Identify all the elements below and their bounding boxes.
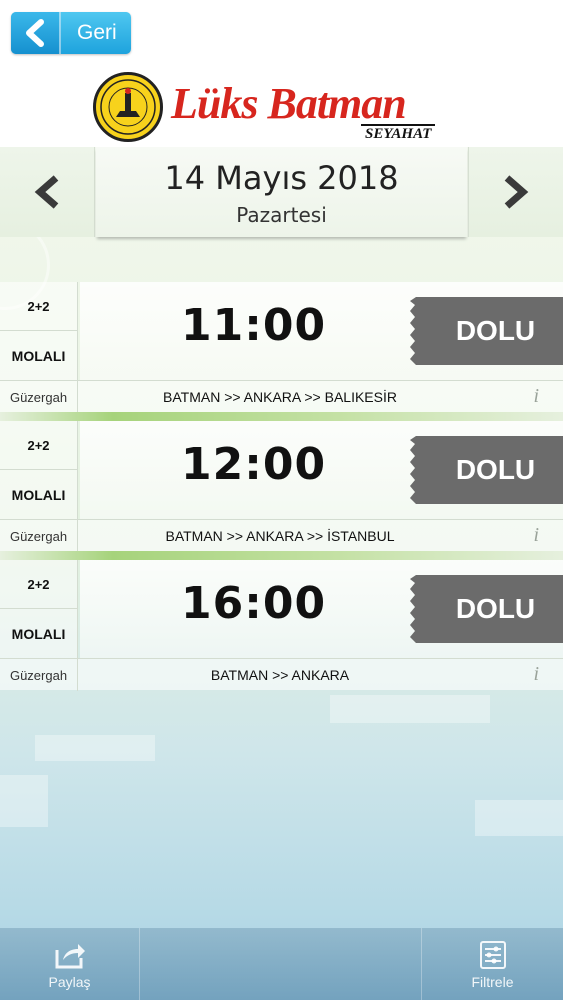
trip-card[interactable]: 2+2 MOLALI 16:00 DOLU Güzergah BATMAN >>…	[0, 560, 563, 691]
trip-separator	[0, 412, 563, 421]
route-text: BATMAN >> ANKARA	[210, 667, 350, 683]
route-row: Güzergah BATMAN >> ANKARA >> İSTANBUL i	[0, 519, 563, 552]
stop-type: MOLALI	[11, 625, 66, 642]
bottom-toolbar: Paylaş Filtrele	[0, 928, 563, 1000]
route-row: Güzergah BATMAN >> ANKARA >> BALIKESİR i	[0, 380, 563, 413]
back-button[interactable]: Geri	[11, 12, 131, 54]
current-date: 14 Mayıs 2018	[164, 159, 399, 197]
trip-main: 11:00 DOLU	[80, 282, 563, 380]
status-ticket[interactable]: DOLU	[410, 436, 563, 504]
trip-status: DOLU	[455, 315, 536, 346]
route-label: Güzergah	[0, 659, 78, 691]
share-label: Paylaş	[48, 974, 91, 990]
date-display: 14 Mayıs 2018 Pazartesi	[96, 147, 467, 237]
route-label: Güzergah	[0, 520, 78, 552]
toolbar-spacer	[140, 928, 422, 1000]
trip-bus-info: 2+2 MOLALI	[0, 560, 78, 658]
previous-day-button[interactable]	[0, 147, 95, 237]
departure-time: 11:00	[181, 300, 327, 351]
trip-bus-info: 2+2 MOLALI	[0, 282, 78, 380]
brand-name: Lüks Batman	[171, 79, 407, 128]
info-icon[interactable]: i	[533, 385, 539, 408]
seat-type: 2+2	[0, 560, 77, 609]
info-icon[interactable]: i	[533, 524, 539, 547]
current-day: Pazartesi	[236, 203, 327, 227]
route-text: BATMAN >> ANKARA >> İSTANBUL	[165, 528, 395, 544]
info-icon[interactable]: i	[533, 663, 539, 686]
date-navigation: 14 Mayıs 2018 Pazartesi	[0, 147, 563, 237]
filter-label: Filtrele	[471, 974, 514, 990]
brand-logo: Lüks Batman SEYAHAT	[93, 72, 453, 144]
chevron-left-icon	[34, 175, 59, 209]
trip-main: 16:00 DOLU	[80, 560, 563, 658]
brand-seal-icon	[93, 72, 163, 142]
chevron-right-icon	[504, 175, 529, 209]
stop-type: MOLALI	[11, 347, 66, 364]
filter-sliders-icon	[479, 941, 506, 969]
share-icon	[55, 944, 85, 969]
app-header: Geri Lüks Batman SEYAHAT	[0, 0, 563, 147]
next-day-button[interactable]	[468, 147, 563, 237]
departure-time: 12:00	[181, 439, 327, 490]
trip-status: DOLU	[455, 593, 536, 624]
trip-card[interactable]: 2+2 MOLALI 12:00 DOLU Güzergah BATMAN >>…	[0, 421, 563, 560]
seat-type: 2+2	[0, 282, 77, 331]
share-button[interactable]: Paylaş	[0, 928, 140, 1000]
status-ticket[interactable]: DOLU	[410, 575, 563, 643]
stop-type: MOLALI	[11, 486, 66, 503]
trip-separator	[0, 551, 563, 560]
brand-sub: SEYAHAT	[361, 124, 436, 142]
back-button-label: Geri	[77, 21, 117, 44]
filter-button[interactable]: Filtrele	[422, 928, 563, 1000]
trip-status: DOLU	[455, 454, 536, 485]
route-row: Güzergah BATMAN >> ANKARA i	[0, 658, 563, 691]
back-chevron-icon	[11, 12, 61, 54]
status-ticket[interactable]: DOLU	[410, 297, 563, 365]
trip-card[interactable]: 2+2 MOLALI 11:00 DOLU Güzergah BATMAN >>…	[0, 282, 563, 421]
departure-time: 16:00	[181, 578, 327, 629]
route-label: Güzergah	[0, 381, 78, 413]
trip-main: 12:00 DOLU	[80, 421, 563, 519]
route-text: BATMAN >> ANKARA >> BALIKESİR	[163, 389, 397, 405]
trip-bus-info: 2+2 MOLALI	[0, 421, 78, 519]
seat-type: 2+2	[0, 421, 77, 470]
